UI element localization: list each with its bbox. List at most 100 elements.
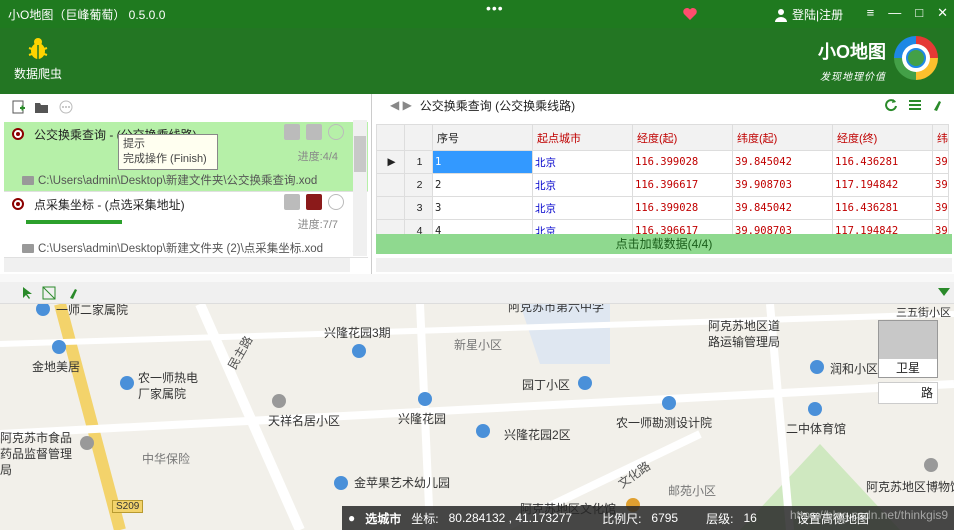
new-file-icon[interactable] [10,99,26,115]
poi-icon [120,376,134,390]
satellite-toggle[interactable]: 卫星 [878,320,938,378]
row-number: 2 [404,173,433,197]
table-row[interactable]: 3 3 北京 116.399028 39.845042 116.436281 3… [376,196,949,220]
map-label: 园丁小区 [522,378,571,392]
coord-value: 80.284132 , 41.173277 [448,511,573,525]
menu-icon[interactable]: ≡ [867,5,875,21]
table-cell[interactable]: 116.399028 [632,196,733,220]
poi-icon [476,424,490,438]
road-toggle[interactable]: 路 [878,382,938,404]
table-cell[interactable]: 39 [932,196,949,220]
tooltip-body: 完成操作 (Finish) [123,153,207,165]
table-cell[interactable]: 116.436281 [832,150,933,174]
list-icon[interactable] [908,98,922,112]
select-area-icon[interactable] [42,286,56,300]
table-cell[interactable]: 3 [432,196,533,220]
data-panel-title: 公交换乘查询 (公交换乘线路) [419,98,576,113]
poi-icon [80,436,94,450]
task-toolbar [0,94,371,120]
map-label: 农一师热电厂家属院 [138,371,199,401]
clear-icon[interactable] [932,98,946,112]
watermark: https://blog.csdn.net/thinkgis9 [790,508,949,522]
load-data-button[interactable]: 点击加载数据(4/4) [376,234,952,254]
task-item[interactable]: 点采集坐标 - (点选采集地址) 进度:7/7 C:\Users\admin\D… [4,192,368,258]
data-crawler-button[interactable]: 数据爬虫 [10,36,66,82]
column-header[interactable]: 纬度(起) [732,124,833,151]
folder-icon [22,244,34,253]
column-header[interactable]: 纬 [932,124,949,151]
close-icon[interactable]: ✕ [937,5,948,21]
poi-icon [662,396,676,410]
open-folder-icon[interactable] [34,99,50,115]
table-cell[interactable]: 北京 [532,150,633,174]
refresh-icon[interactable] [884,98,898,112]
clear-map-icon[interactable] [68,286,82,300]
map-label: 农一师勘测设计院 [616,416,713,430]
task-radio[interactable] [12,128,24,140]
task-horizontal-scrollbar[interactable] [4,258,350,272]
brand: 小O地图 发现地理价值 [806,38,886,83]
app-header: 数据爬虫 小O地图 发现地理价值 [0,28,954,94]
table-cell[interactable]: 2 [432,173,533,197]
panel-splitter[interactable] [0,274,954,282]
nav-arrows-icon[interactable]: ◀ ▶ [390,98,412,112]
table-row[interactable]: 2 2 北京 116.396617 39.908703 117.194842 3… [376,173,949,197]
poi-icon [578,376,592,390]
table-horizontal-scrollbar[interactable] [376,258,952,272]
map-label: 阿克苏市食品药品监督管理局 [0,431,73,477]
map-label: 阿克苏地区博物馆 [866,480,954,494]
table-cell[interactable]: 北京 [532,196,633,220]
minimize-icon[interactable]: — [888,5,901,21]
table-cell[interactable]: 116.396617 [632,173,733,197]
table-cell[interactable]: 北京 [532,173,633,197]
map-label: 兴隆花园3期 [324,326,391,340]
bug-run-icon[interactable] [306,124,322,140]
column-header[interactable]: 经度(起) [632,124,733,151]
table-cell[interactable]: 116.436281 [832,196,933,220]
row-number: 1 [404,150,433,174]
document-icon[interactable] [284,194,300,210]
map-label: 新星小区 [454,338,503,352]
column-header[interactable]: 起点城市 [532,124,633,151]
level-value: 16 [743,511,757,525]
tooltip: 提示 完成操作 (Finish) [118,134,218,170]
poi-icon [924,458,938,472]
poi-icon [810,360,824,374]
table-row[interactable]: ▶ 1 1 北京 116.399028 39.845042 116.436281… [376,150,949,174]
task-vertical-scrollbar[interactable] [353,120,367,256]
poi-icon [808,402,822,416]
map-toolbar [0,282,954,304]
next-icon[interactable] [328,124,344,140]
maximize-icon[interactable]: □ [915,5,923,21]
table-cell[interactable]: 117.194842 [832,173,933,197]
task-path: C:\Users\admin\Desktop\新建文件夹\公交换乘查询.xod [38,175,318,187]
map-label: 一师二家属院 [56,304,129,317]
row-number: 3 [404,196,433,220]
map-view[interactable]: 一师二家属院 阿克苏市第六中学 兴隆花园3期 三五街小区 新星小区 阿克苏地区道… [0,304,954,530]
task-panel: 公交换乘查询 - (公交换乘线路) 进度:4/4 C:\Users\admin\… [0,94,372,274]
column-header[interactable]: 序号 [432,124,533,151]
poi-icon [334,476,348,490]
pointer-icon[interactable] [22,286,34,300]
map-label: 邮苑小区 [668,484,717,498]
table-cell[interactable]: 39.908703 [732,173,833,197]
bug-run-icon[interactable] [306,194,322,210]
login-register[interactable]: 登陆|注册 [774,6,843,23]
table-cell[interactable]: 39 [932,173,949,197]
table-cell[interactable]: 39.845042 [732,196,833,220]
table-cell[interactable]: 1 [432,150,533,174]
more-options-icon[interactable] [58,99,74,115]
collapse-icon[interactable] [938,288,950,296]
next-icon[interactable] [328,194,344,210]
poi-icon [272,394,286,408]
document-icon[interactable] [284,124,300,140]
column-header[interactable]: 经度(终) [832,124,933,151]
select-city-button[interactable]: 选城市 [365,510,401,527]
menu-dots-icon[interactable]: ••• [486,0,504,16]
heart-icon[interactable] [682,6,698,22]
task-radio[interactable] [12,198,24,210]
data-panel: ◀ ▶ 公交换乘查询 (公交换乘线路) 序号 起点城市 经度(起) 纬度(起) … [374,94,954,274]
table-cell[interactable]: 39.845042 [732,150,833,174]
table-cell[interactable]: 116.399028 [632,150,733,174]
table-cell[interactable]: 39 [932,150,949,174]
